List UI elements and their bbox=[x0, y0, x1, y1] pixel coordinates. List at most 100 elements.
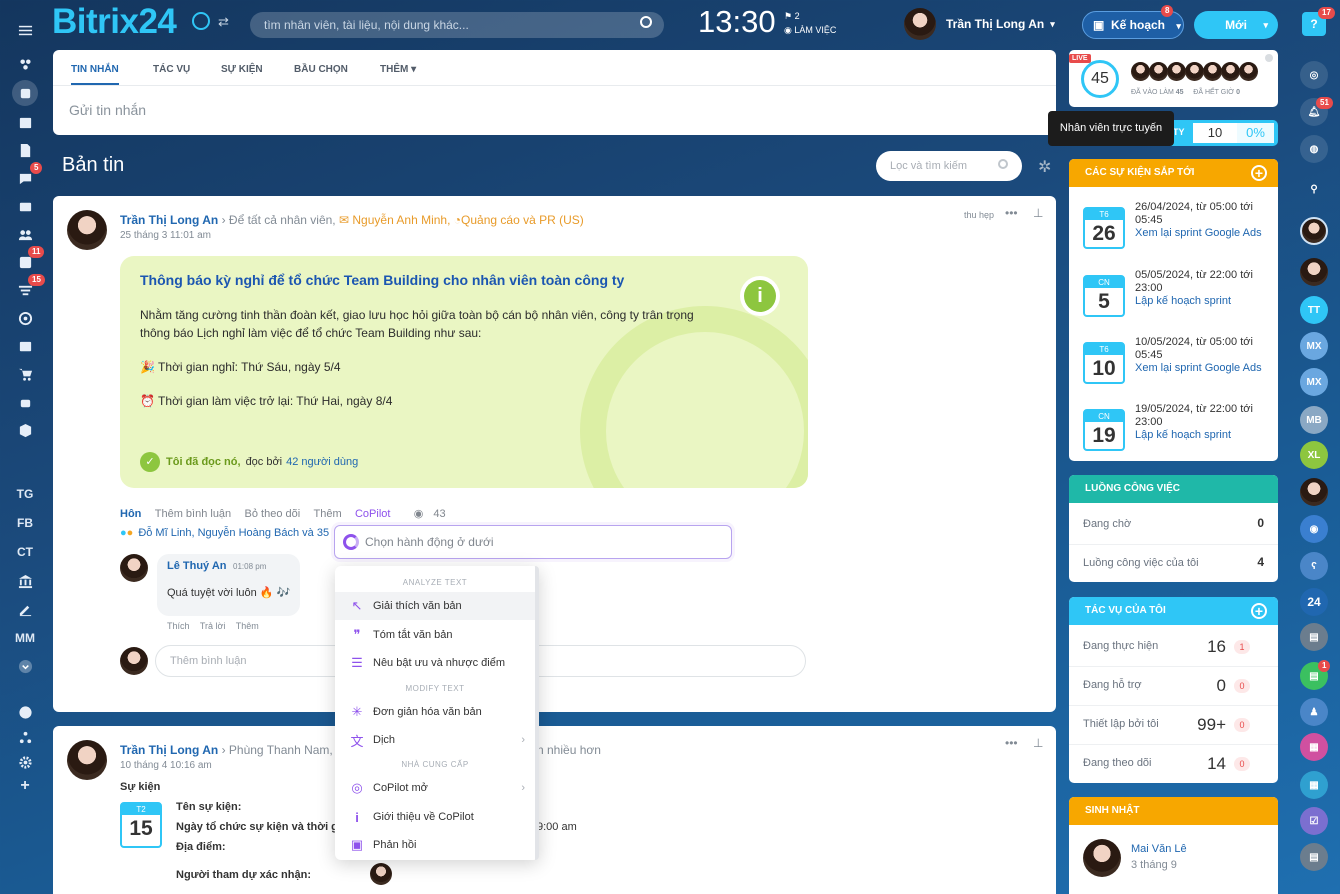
contact-avatar[interactable]: MX bbox=[1300, 368, 1328, 396]
copilot-input[interactable]: Chọn hành động ở dưới bbox=[334, 525, 732, 559]
event-link[interactable]: Xem lại sprint Google Ads bbox=[1135, 227, 1262, 239]
task-row[interactable]: Đang thực hiện 16 1 bbox=[1069, 628, 1278, 667]
plus-icon[interactable]: + bbox=[6, 774, 44, 798]
read-count-link[interactable]: 42 người dùng bbox=[286, 456, 358, 468]
event-item[interactable]: CN 19 19/05/2024, từ 22:00 tới 23:00 Lập k… bbox=[1083, 403, 1273, 461]
target-icon[interactable] bbox=[6, 306, 44, 330]
search-icon[interactable]: ⚲ bbox=[1300, 175, 1328, 203]
menu-item-translate[interactable]: 文 Dịch › bbox=[335, 726, 535, 754]
more-recipients[interactable]: n nhiều hơn bbox=[537, 743, 601, 757]
event-item[interactable]: T6 10 10/05/2024, từ 05:00 tới 05:45 Xem l… bbox=[1083, 336, 1273, 396]
menu-item-simplify[interactable]: ✳ Đơn giản hóa văn bản bbox=[335, 698, 535, 726]
robot-icon[interactable] bbox=[6, 390, 44, 414]
chevron-down-icon[interactable] bbox=[6, 654, 44, 678]
event-link[interactable]: Lập kế hoạch sprint bbox=[1135, 295, 1231, 307]
more-button[interactable]: Thêm bbox=[314, 508, 342, 520]
contact-card-icon[interactable]: ▤ bbox=[1300, 843, 1328, 871]
menu-icon[interactable] bbox=[6, 18, 44, 42]
menu-item-summarize[interactable]: ❞ Tóm tắt văn bản bbox=[335, 621, 535, 649]
post-author[interactable]: Trần Thị Long An bbox=[120, 743, 218, 757]
mail-icon[interactable] bbox=[6, 194, 44, 218]
group-icon[interactable] bbox=[6, 222, 44, 246]
avatar[interactable] bbox=[120, 554, 148, 582]
add-icon[interactable]: + bbox=[1251, 165, 1267, 181]
work-status[interactable]: ⚑ 2 ◉ LÀM VIỆC bbox=[784, 9, 836, 37]
leftbar-label-tg[interactable]: TG bbox=[6, 482, 44, 506]
bitrix-chat[interactable]: 24 bbox=[1300, 588, 1328, 616]
grid-icon[interactable] bbox=[6, 52, 44, 76]
global-search-input[interactable]: tìm nhân viên, tài liệu, nội dung khác..… bbox=[250, 12, 664, 38]
birthday-name[interactable]: Mai Văn Lê bbox=[1131, 843, 1187, 855]
leftbar-label-mm[interactable]: MM bbox=[6, 626, 44, 650]
document-icon[interactable] bbox=[6, 138, 44, 162]
comment-author[interactable]: Lê Thuý An bbox=[167, 560, 226, 572]
bank-icon[interactable] bbox=[6, 569, 44, 593]
pin-icon[interactable]: ⊥ bbox=[1033, 206, 1043, 220]
menu-item-about[interactable]: i Giới thiệu về CoPilot bbox=[335, 803, 535, 831]
comment-more-button[interactable]: Thêm bbox=[236, 621, 259, 631]
reactions[interactable]: ●● Đỗ Mĩ Linh, Nguyễn Hoàng Bách và 35 bbox=[120, 527, 329, 539]
post-author[interactable]: Trần Thị Long An bbox=[120, 213, 218, 227]
avatar[interactable] bbox=[67, 740, 107, 780]
search-icon[interactable] bbox=[640, 16, 652, 28]
menu-item-explain[interactable]: ↖ Giải thích văn bản bbox=[335, 592, 535, 620]
gear-icon[interactable]: ✲ bbox=[1038, 157, 1051, 177]
post-date[interactable]: 10 tháng 4 10:16 am bbox=[120, 760, 212, 771]
avatar[interactable] bbox=[370, 863, 392, 885]
read-label[interactable]: Tôi đã đọc nó, bbox=[166, 456, 241, 468]
help-icon[interactable] bbox=[6, 700, 44, 724]
chat-icon[interactable]: ◍ bbox=[1300, 135, 1328, 163]
leftbar-label-fb[interactable]: FB bbox=[6, 511, 44, 535]
avatar[interactable] bbox=[1300, 258, 1328, 286]
search-icon[interactable] bbox=[998, 159, 1008, 169]
post-recipient-user[interactable]: Nguyễn Anh Minh, bbox=[352, 213, 450, 227]
task-row[interactable]: Thiết lập bởi tôi 99+ 0 bbox=[1069, 706, 1278, 745]
pin-icon[interactable]: ⊥ bbox=[1033, 736, 1043, 750]
task-icon[interactable]: ☑ bbox=[1300, 807, 1328, 835]
sign-icon[interactable] bbox=[6, 597, 44, 621]
calendar-icon[interactable]: ▦ bbox=[1300, 771, 1328, 799]
tab-more[interactable]: THÊM ▾ bbox=[380, 64, 416, 75]
task-row[interactable]: Đang theo dõi 14 0 bbox=[1069, 745, 1278, 783]
close-icon[interactable] bbox=[1265, 54, 1273, 62]
contact-avatar[interactable]: XL bbox=[1300, 441, 1328, 469]
menu-item-open-copilot[interactable]: ◎ CoPilot mở › bbox=[335, 774, 535, 802]
chat-icon[interactable]: 5 bbox=[6, 162, 44, 190]
message-input[interactable]: Gửi tin nhắn bbox=[69, 102, 146, 118]
contact-avatar[interactable]: TT bbox=[1300, 296, 1328, 324]
sitemap-icon[interactable] bbox=[6, 725, 44, 749]
clock[interactable]: 13:30 bbox=[698, 4, 776, 40]
menu-item-feedback[interactable]: ▣ Phản hồi bbox=[335, 831, 535, 859]
workflow-row[interactable]: Đang chờ 0 bbox=[1069, 506, 1278, 545]
tab-events[interactable]: SỰ KIỆN bbox=[221, 64, 263, 75]
group-chat-icon[interactable]: ◉ bbox=[1300, 515, 1328, 543]
contact-avatar[interactable]: MX bbox=[1300, 332, 1328, 360]
event-item[interactable]: CN 5 05/05/2024, từ 22:00 tới 23:00 Lập kế… bbox=[1083, 269, 1273, 329]
tab-polls[interactable]: BẦU CHỌN bbox=[294, 64, 348, 75]
scrollbar[interactable] bbox=[535, 566, 539, 860]
user-menu[interactable]: Trần Thị Long An ▾ bbox=[904, 8, 1055, 40]
feed-icon[interactable] bbox=[12, 80, 38, 106]
group-icon[interactable]: ♟ bbox=[1300, 698, 1328, 726]
add-icon[interactable]: + bbox=[1251, 603, 1267, 619]
comment-button[interactable]: Thêm bình luận bbox=[155, 508, 231, 520]
event-link[interactable]: Lập kế hoạch sprint bbox=[1135, 429, 1231, 441]
post-recipient-group[interactable]: Quảng cáo và PR (US) bbox=[461, 213, 584, 227]
avatar[interactable] bbox=[1083, 839, 1121, 877]
contact-card-icon[interactable]: ▤ bbox=[1300, 623, 1328, 651]
leftbar-label-ct[interactable]: CT bbox=[6, 540, 44, 564]
event-link[interactable]: Xem lại sprint Google Ads bbox=[1135, 362, 1262, 374]
check-icon[interactable]: ✓ bbox=[140, 452, 160, 472]
contact-card-icon[interactable] bbox=[6, 334, 44, 358]
task-row[interactable]: Đang hỗ trợ 0 0 bbox=[1069, 667, 1278, 706]
avatar[interactable] bbox=[67, 210, 107, 250]
menu-item-pros-cons[interactable]: ☰ Nêu bật ưu và nhược điểm bbox=[335, 649, 535, 677]
reaction-users[interactable]: Đỗ Mĩ Linh, Nguyễn Hoàng Bách và 35 bbox=[138, 527, 329, 539]
tab-tasks[interactable]: TÁC VỤ bbox=[153, 64, 190, 75]
post-date[interactable]: 25 tháng 3 11:01 am bbox=[120, 230, 211, 241]
comment-reply-button[interactable]: Trả lời bbox=[200, 621, 226, 631]
contact-avatar[interactable]: MB bbox=[1300, 406, 1328, 434]
event-item[interactable]: T6 26 26/04/2024, từ 05:00 tới 05:45 Xem l… bbox=[1083, 201, 1273, 261]
gear-icon[interactable] bbox=[6, 750, 44, 774]
comment-like-button[interactable]: Thích bbox=[167, 621, 190, 631]
